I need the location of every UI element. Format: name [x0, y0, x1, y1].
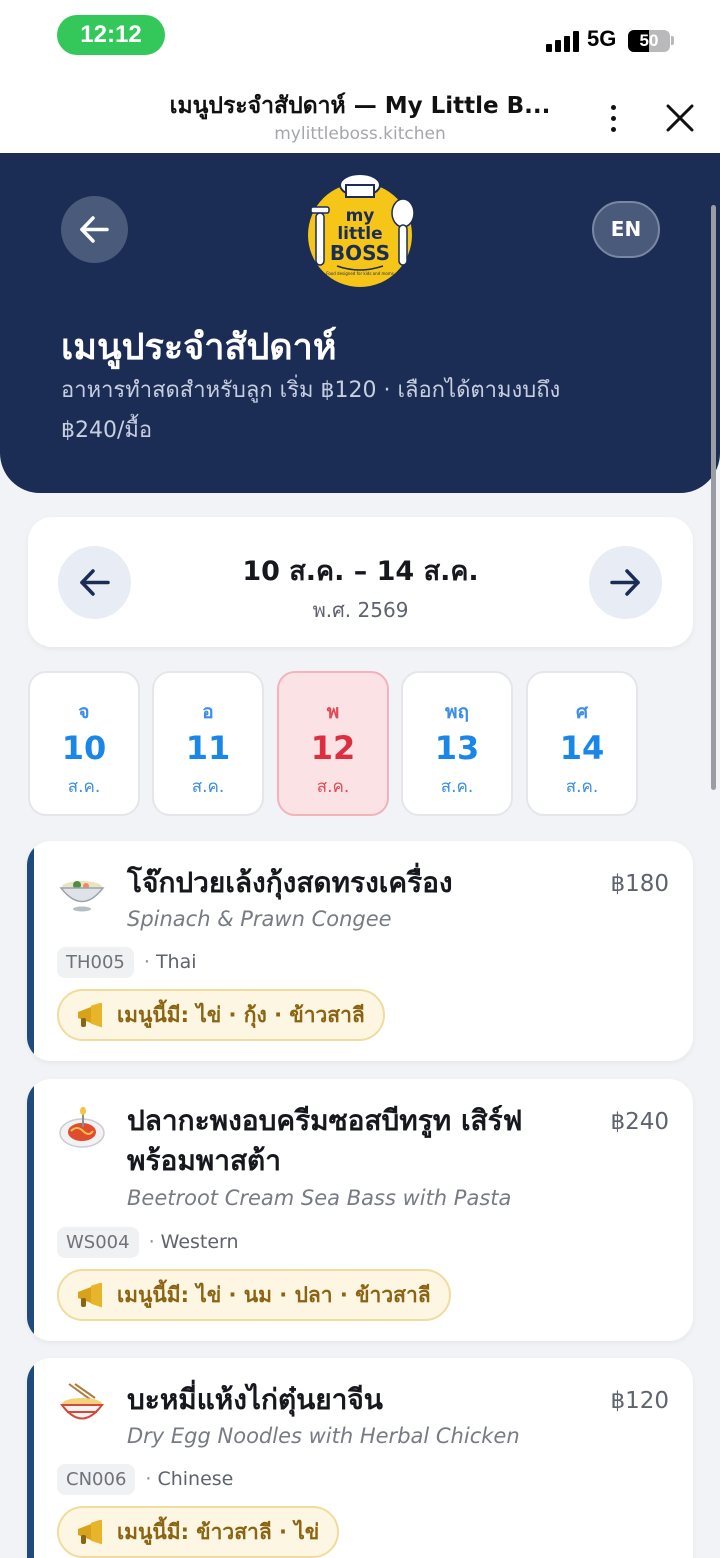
- day-number: 11: [185, 729, 231, 767]
- day-number: 14: [559, 729, 605, 767]
- day-tab-14[interactable]: ศ 14 ส.ค.: [526, 671, 638, 816]
- arrow-right-icon: [610, 569, 640, 596]
- dish-name-en: Beetroot Cream Sea Bass with Pasta: [127, 1186, 512, 1210]
- day-month: ส.ค.: [565, 777, 599, 797]
- megaphone-icon: [78, 1520, 102, 1545]
- dish-name-th: ปลากะพงอบครีมซอสบีทรูท เสิร์ฟพร้อมพาสต้า: [127, 1104, 523, 1177]
- status-time: 12:12: [57, 15, 165, 55]
- card-accent-bar: [27, 841, 34, 1061]
- allergen-badge: เมนูนี้มี: ข้าวสาลี · ไข่: [57, 1506, 340, 1558]
- day-tab-12-selected[interactable]: พ 12 ส.ค.: [277, 671, 389, 816]
- week-navigator: 10 ส.ค. – 14 ส.ค. พ.ศ. 2569: [28, 517, 693, 647]
- more-vertical-icon[interactable]: [598, 102, 628, 134]
- close-icon[interactable]: [662, 100, 698, 136]
- network-type: 5G: [587, 26, 617, 51]
- allergen-text: เมนูนี้มี: ข้าวสาลี · ไข่: [117, 1520, 320, 1544]
- dish-price: ฿180: [610, 871, 669, 897]
- day-tab-13[interactable]: พฤ 13 ส.ค.: [401, 671, 513, 816]
- day-month: ส.ค.: [67, 777, 101, 797]
- my-little-boss-logo: my little BOSS Food designed for kids an…: [308, 173, 415, 287]
- day-month: ส.ค.: [316, 777, 350, 797]
- menu-item-card[interactable]: ปลากะพงอบครีมซอสบีทรูท เสิร์ฟพร้อมพาสต้า…: [27, 1079, 693, 1341]
- megaphone-icon: [78, 1003, 102, 1028]
- dish-meta: WS004 · Western: [57, 1227, 239, 1258]
- logo-tagline: Food designed for kids and moms: [326, 271, 394, 276]
- logo-text-line3: BOSS: [330, 241, 390, 265]
- dish-price: ฿240: [610, 1109, 669, 1135]
- battery-icon: 50: [628, 30, 670, 52]
- browser-page-title: เมนูประจำสัปดาห์ — My Little B...: [169, 93, 551, 119]
- dish-code: WS004: [57, 1227, 139, 1258]
- page-header: my little BOSS Food designed for kids an…: [0, 153, 720, 493]
- day-name: ศ: [575, 701, 589, 723]
- dish-cuisine: Thai: [155, 951, 197, 973]
- day-tab-10[interactable]: จ 10 ส.ค.: [28, 671, 140, 816]
- dish-meta: TH005 · Thai: [57, 947, 197, 978]
- dish-cuisine: Chinese: [157, 1468, 234, 1490]
- language-toggle-button[interactable]: EN: [592, 201, 660, 258]
- megaphone-icon: [78, 1283, 102, 1308]
- day-number: 10: [61, 729, 107, 767]
- browser-url[interactable]: mylittleboss.kitchen: [110, 124, 610, 144]
- signal-icon: [546, 30, 580, 52]
- noodle-bowl-icon: [60, 1383, 104, 1420]
- battery-level: 50: [639, 31, 659, 50]
- day-number: 13: [434, 729, 480, 767]
- dish-cuisine: Western: [160, 1231, 239, 1253]
- day-name: จ: [78, 701, 90, 723]
- dish-name-th: บะหมี่แห้งไก่ตุ๋นยาจีน: [127, 1383, 383, 1416]
- day-month: ส.ค.: [440, 777, 474, 797]
- page-title: เมนูประจำสัปดาห์: [61, 327, 337, 368]
- arrow-left-icon: [80, 216, 109, 243]
- dish-name-en: Spinach & Prawn Congee: [127, 907, 392, 931]
- menu-item-card[interactable]: บะหมี่แห้งไก่ตุ๋นยาจีน ฿120 Dry Egg Nood…: [27, 1358, 693, 1558]
- dish-code: CN006: [57, 1464, 136, 1495]
- dish-meta: CN006 · Chinese: [57, 1464, 233, 1495]
- status-bar: 12:12 5G 50: [0, 0, 720, 70]
- congee-bowl-icon: [59, 881, 105, 912]
- page-scrollbar[interactable]: [711, 205, 716, 790]
- allergen-badge: เมนูนี้มี: ไข่ · นม · ปลา · ข้าวสาลี: [57, 1269, 451, 1321]
- logo-text-line1: my: [346, 206, 375, 226]
- day-tab-11[interactable]: อ 11 ส.ค.: [152, 671, 264, 816]
- dish-name-en: Dry Egg Noodles with Herbal Chicken: [127, 1424, 520, 1448]
- dish-price: ฿120: [610, 1388, 669, 1414]
- allergen-text: เมนูนี้มี: ไข่ · นม · ปลา · ข้าวสาลี: [117, 1283, 431, 1307]
- dish-name-th: โจ๊กปวยเล้งกุ้งสดทรงเครื่อง: [127, 866, 453, 899]
- browser-bar: เมนูประจำสัปดาห์ — My Little B... mylitt…: [0, 70, 720, 153]
- battery-tip: [671, 36, 674, 45]
- card-accent-bar: [27, 1358, 34, 1558]
- day-name: อ: [202, 701, 214, 723]
- pasta-plate-icon: [59, 1107, 105, 1148]
- back-button[interactable]: [61, 196, 128, 263]
- next-week-button[interactable]: [589, 546, 662, 619]
- card-accent-bar: [27, 1079, 34, 1341]
- dish-code: TH005: [57, 947, 134, 978]
- day-name: พ: [326, 701, 340, 723]
- page-subtitle: อาหารทำสดสำหรับลูก เริ่ม ฿120 · เลือกได้…: [61, 378, 561, 443]
- menu-item-card[interactable]: โจ๊กปวยเล้งกุ้งสดทรงเครื่อง ฿180 Spinach…: [27, 841, 693, 1061]
- day-name: พฤ: [444, 701, 470, 723]
- day-number: 12: [310, 729, 356, 767]
- allergen-text: เมนูนี้มี: ไข่ · กุ้ง · ข้าวสาลี: [117, 1003, 365, 1027]
- day-month: ส.ค.: [191, 777, 225, 797]
- allergen-badge: เมนูนี้มี: ไข่ · กุ้ง · ข้าวสาลี: [57, 989, 385, 1041]
